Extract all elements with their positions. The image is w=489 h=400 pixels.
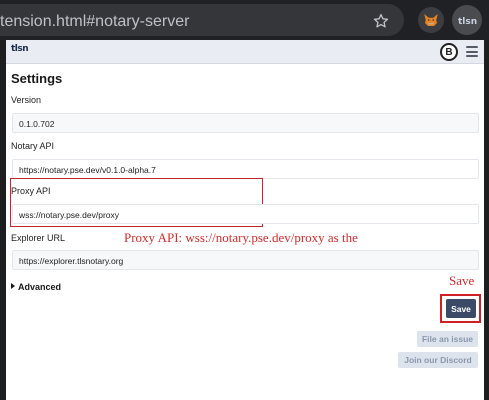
account-avatar-icon[interactable]: B	[440, 43, 458, 61]
address-bar[interactable]: tension.html#notary-server	[0, 4, 404, 36]
notary-api-field[interactable]: https://notary.pse.dev/v0.1.0-alpha.7	[12, 159, 479, 179]
page-background-right	[484, 40, 489, 400]
popup-header: tlsn B	[6, 40, 484, 64]
caret-right-icon	[11, 283, 15, 289]
explorer-url-label: Explorer URL	[11, 233, 66, 243]
browser-toolbar: tension.html#notary-server tlsn	[0, 0, 489, 40]
version-field[interactable]: 0.1.0.702	[12, 113, 479, 133]
tlsn-logo: tlsn	[11, 44, 29, 54]
avatar-letter: B	[445, 46, 453, 58]
extension-popup: tlsn B Settings Version 0.1.0.702 Notary…	[6, 40, 484, 400]
fox-extension-icon[interactable]	[418, 7, 444, 33]
advanced-label: Advanced	[18, 282, 62, 292]
proxy-api-label: Proxy API	[11, 186, 51, 196]
file-issue-button[interactable]: File an issue	[417, 331, 478, 347]
proxy-api-annotation: Proxy API: wss://notary.pse.dev/proxy as…	[124, 230, 358, 245]
notary-api-label: Notary API	[11, 141, 55, 151]
tlsn-extension-label: tlsn	[458, 17, 477, 27]
explorer-url-field[interactable]: https://explorer.tlsnotary.org	[12, 250, 479, 270]
tlsn-extension-icon[interactable]: tlsn	[452, 5, 482, 35]
version-label: Version	[11, 95, 42, 105]
bookmark-star-icon[interactable]	[372, 12, 390, 30]
hamburger-menu-icon[interactable]	[466, 46, 478, 57]
proxy-api-field[interactable]: wss://notary.pse.dev/proxy	[12, 204, 479, 224]
address-bar-url[interactable]: tension.html#notary-server	[0, 13, 189, 31]
join-discord-button[interactable]: Join our Discord	[398, 352, 478, 368]
advanced-toggle[interactable]: Advanced	[11, 282, 61, 292]
save-button[interactable]: Save	[446, 299, 476, 318]
save-annotation: Save	[449, 273, 475, 288]
page-title: Settings	[11, 71, 63, 86]
